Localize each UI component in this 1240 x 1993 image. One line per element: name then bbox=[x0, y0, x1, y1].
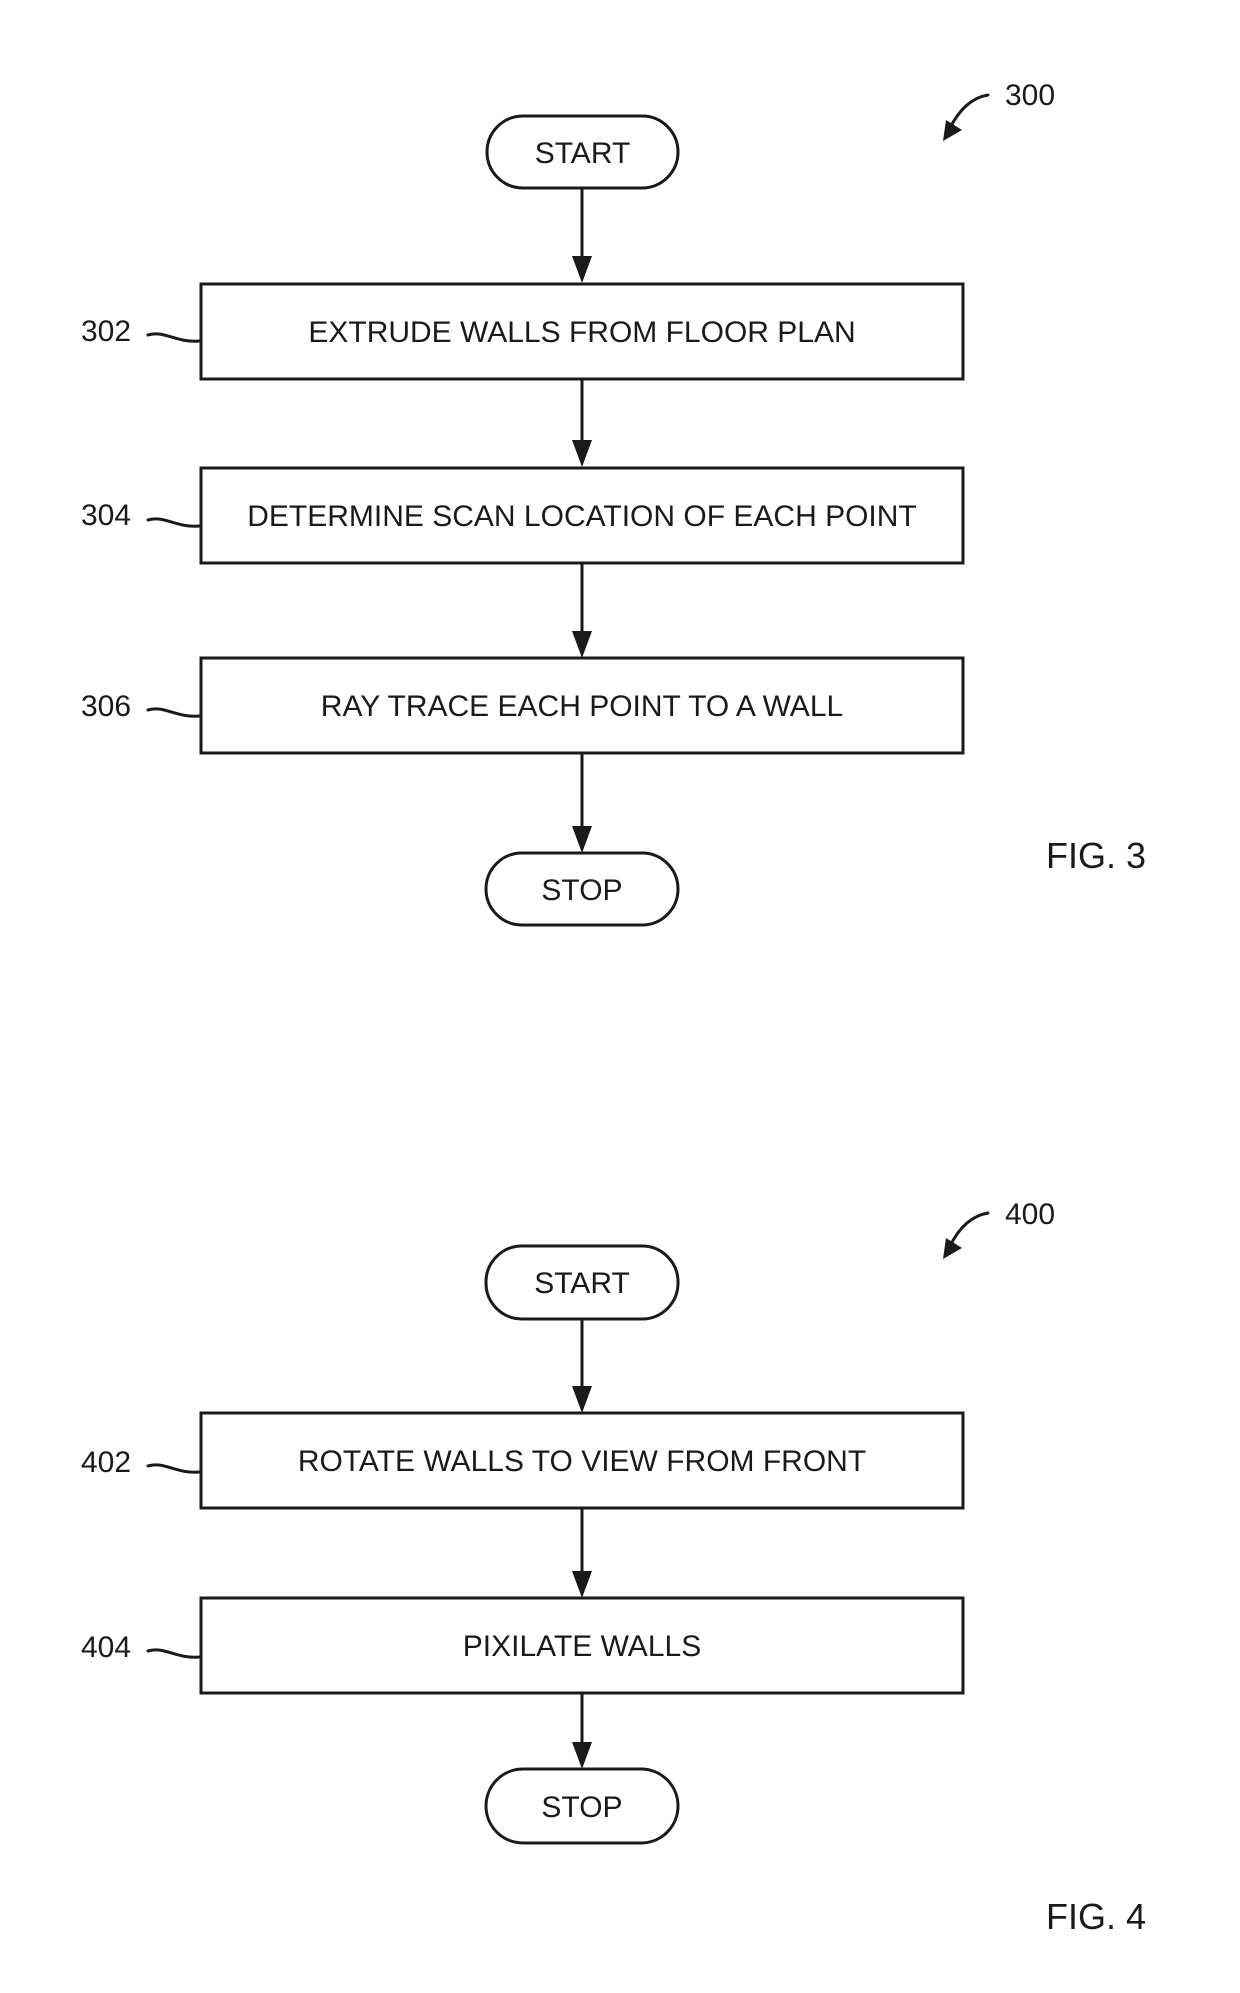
step-reference-number: 304 bbox=[81, 499, 131, 532]
start-terminal-label: START bbox=[534, 1267, 630, 1300]
start-terminal: START bbox=[484, 1244, 680, 1321]
step-reference-number: 306 bbox=[81, 690, 131, 723]
process-step-label: DETERMINE SCAN LOCATION OF EACH POINT bbox=[247, 500, 917, 533]
process-step-label: RAY TRACE EACH POINT TO A WALL bbox=[321, 690, 843, 723]
stop-terminal: STOP bbox=[484, 851, 680, 927]
stop-terminal: STOP bbox=[484, 1767, 680, 1845]
process-step-402: ROTATE WALLS TO VIEW FROM FRONT 402 bbox=[81, 1411, 965, 1510]
step-reference-number: 402 bbox=[81, 1446, 131, 1479]
process-step-404: PIXILATE WALLS 404 bbox=[81, 1596, 965, 1695]
figure-reference-number: 300 bbox=[1005, 79, 1055, 112]
step-reference-number: 302 bbox=[81, 315, 131, 348]
process-step-label: ROTATE WALLS TO VIEW FROM FRONT bbox=[298, 1445, 866, 1478]
process-step-306: RAY TRACE EACH POINT TO A WALL 306 bbox=[81, 656, 965, 755]
start-terminal: START bbox=[485, 114, 680, 190]
stop-terminal-label: STOP bbox=[541, 874, 622, 907]
process-step-label: EXTRUDE WALLS FROM FLOOR PLAN bbox=[308, 316, 855, 349]
patent-drawing-sheet: 300 START EXTRUDE WALLS FROM FLOOR PLAN … bbox=[0, 0, 1240, 1993]
figure-label: FIG. 4 bbox=[1046, 1896, 1146, 1937]
process-step-label: PIXILATE WALLS bbox=[463, 1630, 701, 1663]
stop-terminal-label: STOP bbox=[541, 1791, 622, 1824]
figure-reference-number: 400 bbox=[1005, 1198, 1055, 1231]
process-step-302: EXTRUDE WALLS FROM FLOOR PLAN 302 bbox=[81, 282, 965, 381]
start-terminal-label: START bbox=[535, 137, 631, 170]
figure-label: FIG. 3 bbox=[1046, 835, 1146, 876]
process-step-304: DETERMINE SCAN LOCATION OF EACH POINT 30… bbox=[81, 466, 965, 565]
step-reference-number: 404 bbox=[81, 1631, 131, 1664]
